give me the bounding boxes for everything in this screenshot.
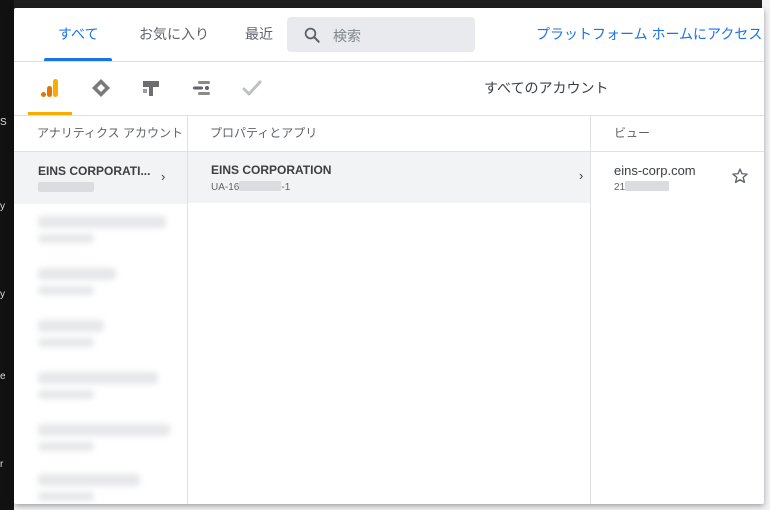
- surveys-icon: [242, 80, 262, 96]
- search-icon: [304, 27, 320, 43]
- background-fragment: S: [0, 117, 7, 128]
- redacted-account-id: [38, 338, 94, 347]
- views-column-header: ビュー: [614, 126, 651, 140]
- tag-manager-icon: [92, 79, 110, 97]
- property-id-redacted: [239, 181, 282, 191]
- redacted-account-id: [38, 492, 94, 501]
- background-fragment: e: [0, 371, 6, 382]
- product-data-studio[interactable]: [180, 62, 224, 115]
- redacted-account-name: [38, 474, 140, 486]
- account-picker-panel: すべて お気に入り 最近 プラットフォーム ホームにアクセス: [14, 8, 764, 504]
- background-fragment: y: [0, 201, 5, 212]
- accounts-column-header: アナリティクス アカウント: [37, 126, 184, 140]
- view-id: 21: [614, 181, 670, 193]
- property-item-selected[interactable]: EINS CORPORATION UA-16 -1 ›: [188, 152, 590, 203]
- redacted-account-id: [38, 234, 94, 243]
- tab-recent-label: 最近: [245, 26, 273, 42]
- background-fragment: y: [0, 289, 5, 300]
- view-id-redacted: [625, 181, 670, 191]
- product-analytics[interactable]: [28, 62, 72, 115]
- property-tracking-id: UA-16 -1: [211, 181, 290, 193]
- search-input[interactable]: [331, 17, 470, 54]
- account-item-selected[interactable]: EINS CORPORATI... ›: [14, 152, 187, 204]
- account-item-blurred[interactable]: [14, 464, 187, 504]
- redacted-account-name: [38, 372, 158, 384]
- search-box[interactable]: [287, 17, 475, 54]
- properties-column-header: プロパティとアプリ: [210, 126, 318, 140]
- platform-home-link[interactable]: プラットフォーム ホームにアクセス: [536, 8, 762, 61]
- chevron-right-icon: ›: [161, 169, 166, 184]
- analytics-icon: [41, 79, 58, 97]
- view-name: eins-corp.com: [614, 163, 696, 178]
- account-id-redacted: [38, 182, 94, 192]
- product-switcher: すべてのアカウント: [14, 62, 764, 116]
- redacted-account-name: [38, 216, 166, 228]
- all-accounts-label: すべてのアカウント: [484, 80, 609, 96]
- data-studio-icon: [193, 81, 210, 95]
- product-surveys[interactable]: [230, 62, 274, 115]
- background-app-edge: S y y e r: [0, 0, 14, 510]
- tab-favorites[interactable]: お気に入り: [139, 8, 209, 61]
- property-id-prefix: UA-16: [211, 182, 240, 193]
- property-id-suffix: -1: [281, 182, 291, 193]
- product-optimize[interactable]: [129, 62, 173, 115]
- redacted-account-id: [38, 390, 94, 399]
- tab-all-label: すべて: [58, 26, 99, 42]
- product-tag-manager[interactable]: [79, 62, 123, 115]
- account-item-blurred[interactable]: [14, 308, 187, 360]
- tab-recent[interactable]: 最近: [245, 8, 273, 61]
- tab-all[interactable]: すべて: [44, 8, 113, 61]
- property-name: EINS CORPORATION: [211, 163, 332, 177]
- account-item-blurred[interactable]: [14, 360, 187, 412]
- account-name: EINS CORPORATI...: [38, 164, 151, 178]
- redacted-account-name: [38, 268, 116, 280]
- view-id-prefix: 21: [614, 182, 626, 193]
- optimize-icon: [143, 81, 159, 96]
- picker-tabs: すべて お気に入り 最近 プラットフォーム ホームにアクセス: [14, 8, 764, 62]
- account-item-blurred[interactable]: [14, 256, 187, 308]
- active-product-indicator: [28, 112, 72, 115]
- active-tab-indicator: [44, 58, 113, 61]
- view-item[interactable]: eins-corp.com 21: [591, 152, 764, 203]
- redacted-account-name: [38, 424, 170, 436]
- redacted-account-name: [38, 320, 104, 332]
- accounts-list: EINS CORPORATI... ›: [14, 152, 187, 504]
- redacted-account-id: [38, 442, 94, 451]
- star-favorite-icon[interactable]: [731, 167, 749, 185]
- redacted-account-id: [38, 286, 94, 295]
- chevron-right-icon: ›: [579, 168, 584, 183]
- background-fragment: r: [0, 459, 4, 470]
- account-item-blurred[interactable]: [14, 412, 187, 464]
- tab-favorites-label: お気に入り: [139, 26, 209, 42]
- account-item-blurred[interactable]: [14, 204, 187, 256]
